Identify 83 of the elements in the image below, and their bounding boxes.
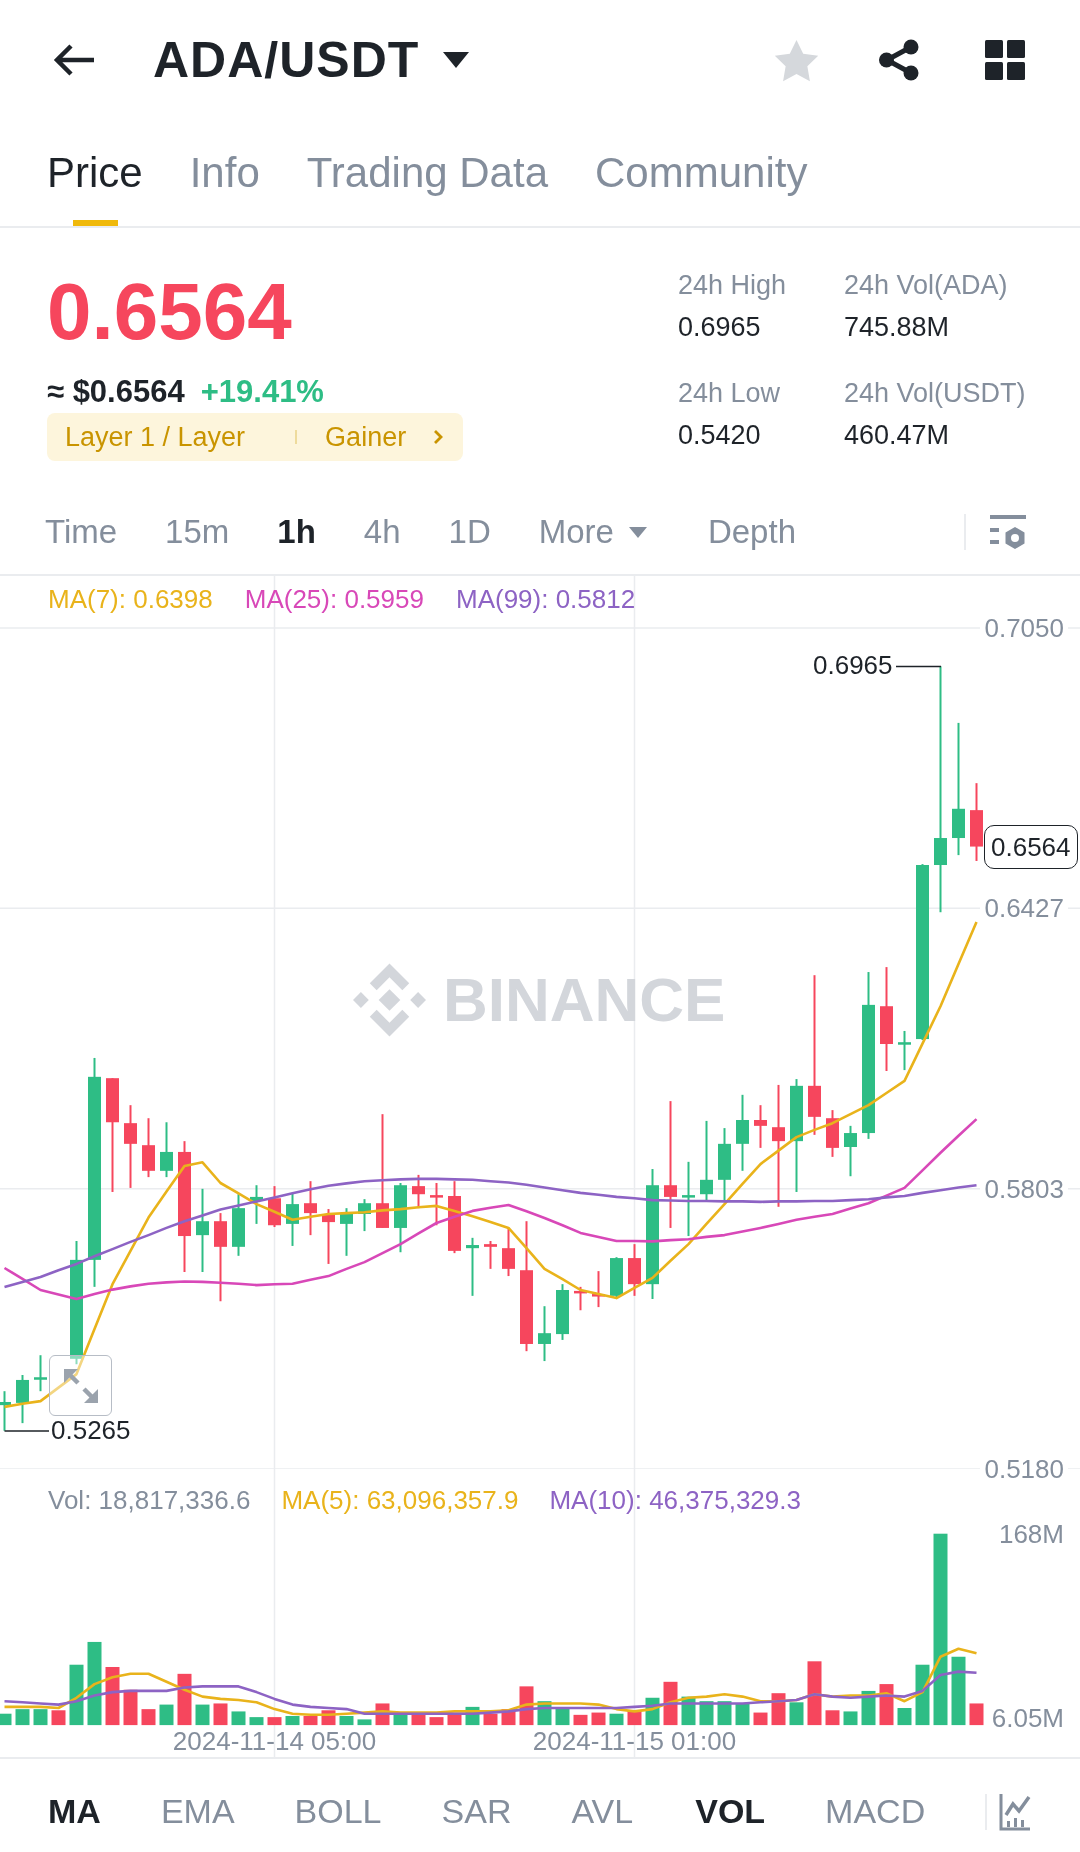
indicator-tab[interactable]: BOLL: [294, 1792, 382, 1831]
volume-legend-label: Vol: 18,817,336.6: [48, 1485, 251, 1515]
candle: [826, 1109, 839, 1158]
candle: [844, 1124, 857, 1178]
candle: [250, 1184, 263, 1225]
stat-value: 745.88M: [844, 311, 951, 344]
indicator-tab[interactable]: MA: [48, 1792, 101, 1831]
ma-legend-label: MA(7): 0.6398: [48, 584, 213, 614]
candle: [898, 1029, 911, 1072]
low-price-label: 0.5265: [51, 1417, 131, 1443]
interval-tab[interactable]: Time: [45, 513, 118, 551]
indicator-tab[interactable]: EMA: [160, 1792, 235, 1831]
back-arrow-icon[interactable]: [52, 43, 96, 77]
time-axis-label: 2024-11-14 05:00: [172, 1726, 377, 1756]
caret-icon: [628, 526, 647, 538]
candle: [142, 1117, 155, 1179]
leader-line: [3, 1430, 50, 1432]
candle: [610, 1256, 623, 1300]
ma-legend-label: MA(99): 0.5812: [455, 584, 636, 614]
interval-tab[interactable]: 15m: [165, 513, 230, 551]
high-price-label: 0.6965: [813, 650, 893, 680]
candle: [628, 1243, 641, 1297]
indicator-tab[interactable]: VOL: [695, 1792, 766, 1831]
share-icon[interactable]: [878, 39, 920, 81]
stat-value: 0.6965: [678, 311, 762, 344]
stat-value: 460.47M: [844, 419, 951, 452]
tab[interactable]: Info: [189, 120, 260, 226]
indicator-tab[interactable]: SAR: [441, 1792, 512, 1831]
interval-tab[interactable]: 1D: [448, 513, 491, 551]
tab[interactable]: Price: [47, 120, 143, 226]
volume-legend-label: MA(10): 46,375,329.3: [549, 1485, 801, 1515]
volume-legend-label: MA(5): 63,096,357.9: [281, 1485, 519, 1515]
line-chart-icon[interactable]: [999, 1792, 1032, 1831]
tag-link[interactable]: Gainer: [325, 421, 407, 453]
candle: [358, 1198, 371, 1233]
candle: [430, 1181, 443, 1227]
stat-label: 24h High: [678, 269, 788, 302]
stat-label: 24h Low: [678, 377, 782, 410]
candle: [322, 1208, 335, 1265]
candle: [268, 1185, 281, 1229]
caret-icon: [443, 52, 470, 68]
expand-icon: [63, 1368, 98, 1403]
candle: [232, 1193, 245, 1257]
candle: [538, 1305, 551, 1363]
candle: [484, 1240, 497, 1270]
chevron-right-icon: [433, 429, 444, 445]
indicator-tab[interactable]: MACD: [825, 1792, 926, 1831]
tab[interactable]: Trading Data: [306, 120, 548, 226]
candle: [160, 1121, 173, 1179]
star-icon[interactable]: [774, 38, 819, 82]
last-price: 0.6564: [47, 272, 292, 352]
fiat-price: ≈ $0.6564: [47, 373, 185, 411]
candle: [0, 1390, 11, 1432]
candle: [16, 1374, 29, 1425]
candle: [754, 1104, 767, 1149]
stat-value: 0.5420: [678, 419, 762, 452]
settings-icon[interactable]: [990, 515, 1026, 549]
price-change: +19.41%: [200, 373, 324, 411]
candle: [286, 1191, 299, 1247]
last-price-tag: 0.6564: [984, 825, 1078, 869]
time-axis-label: 2024-11-15 01:00: [532, 1726, 737, 1756]
stat-label: 24h Vol(USDT): [844, 377, 1026, 410]
grid-icon[interactable]: [985, 40, 1025, 80]
candle: [466, 1236, 479, 1297]
candle: [34, 1354, 47, 1393]
tag-link[interactable]: Layer 1 / Layer: [65, 421, 246, 453]
candle: [592, 1270, 605, 1309]
tab[interactable]: Community: [595, 120, 808, 226]
leader-line: [895, 665, 942, 668]
interval-tab[interactable]: 1h: [277, 513, 316, 551]
interval-tab[interactable]: 4h: [363, 513, 401, 551]
stat-label: 24h Vol(ADA): [844, 269, 1009, 302]
candle: [574, 1285, 587, 1312]
candle: [304, 1180, 317, 1237]
candle: [340, 1207, 353, 1257]
interval-tab[interactable]: More: [538, 513, 647, 551]
candle: [556, 1283, 569, 1341]
pair-selector[interactable]: ADA/USDT: [153, 30, 470, 90]
indicator-tab[interactable]: AVL: [571, 1792, 634, 1831]
interval-tab[interactable]: Depth: [707, 513, 796, 551]
ma-legend-label: MA(25): 0.5959: [244, 584, 424, 614]
expand-button[interactable]: [49, 1355, 112, 1416]
diamond-logo-icon: [353, 963, 426, 1037]
